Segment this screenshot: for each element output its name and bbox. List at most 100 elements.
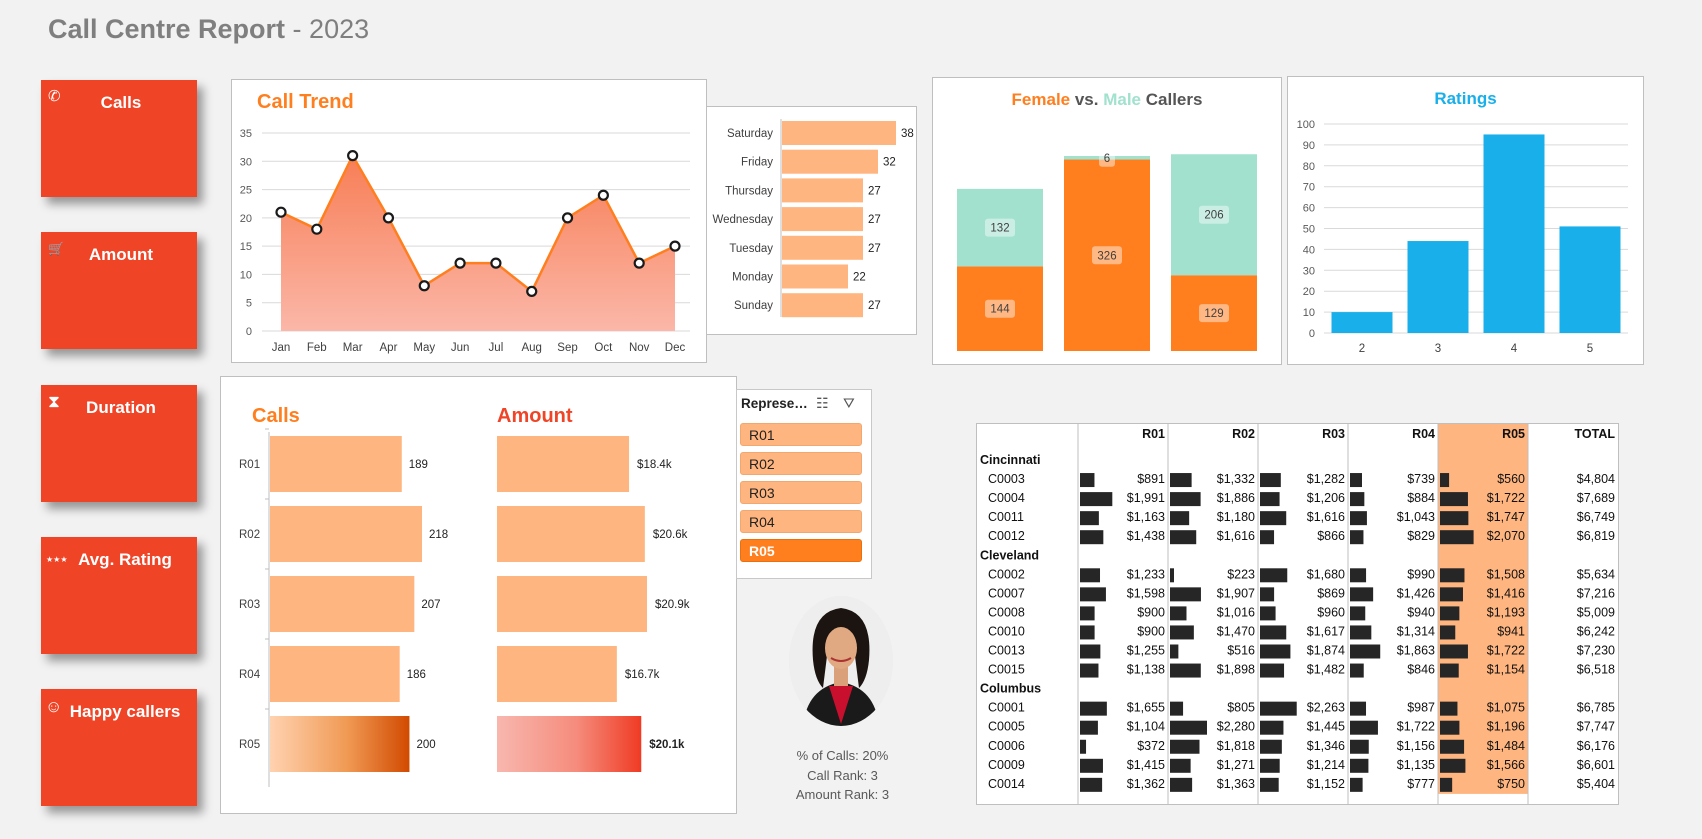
data-bar (1260, 739, 1282, 754)
data-bar (1170, 511, 1190, 526)
trend-point (633, 257, 645, 269)
data-bar (1350, 701, 1367, 716)
weekday-bar (782, 235, 863, 260)
calls-bar (270, 506, 422, 562)
data-bar (1260, 758, 1280, 773)
kpi-card-happy-callers[interactable]: ☺ Happy callers (41, 689, 197, 806)
cell-value: $1,332 (1217, 472, 1255, 486)
row-total: $7,230 (1577, 644, 1615, 658)
x-tick-label: 5 (1587, 343, 1593, 355)
calls-value-label: 200 (416, 739, 435, 751)
cell-value: $1,484 (1487, 739, 1525, 753)
cell-value: $1,655 (1127, 701, 1165, 715)
column-header: R05 (1502, 427, 1525, 441)
trend-point (526, 285, 538, 297)
y-tick-label: 60 (1303, 203, 1315, 215)
row-total: $6,819 (1577, 529, 1615, 543)
cell-value: $900 (1137, 605, 1165, 619)
slicer-item-r01[interactable]: R01 (740, 423, 862, 446)
data-bar (1170, 625, 1194, 640)
cell-value: $560 (1497, 472, 1525, 486)
weekday-label: Tuesday (729, 243, 773, 255)
customer-id-label: C0002 (988, 567, 1025, 581)
female-value-label: 326 (1097, 250, 1116, 262)
rep-chart: R01 189 $18.4k R02 218 $20.6k R03 207 $20.9k R04 1… (239, 428, 690, 787)
customer-id-label: C0005 (988, 720, 1025, 734)
y-tick-label: 0 (1309, 328, 1315, 340)
amount-bar (497, 716, 642, 772)
amount-bar (497, 506, 645, 562)
cell-value: $866 (1317, 529, 1345, 543)
data-bar (1170, 473, 1192, 488)
amount-value-label: $20.1k (649, 739, 685, 751)
data-bar (1080, 587, 1106, 602)
data-bar (1440, 492, 1468, 507)
multi-select-icon[interactable]: ☷ (816, 395, 829, 412)
rep-label: R03 (239, 599, 260, 611)
cell-value: $1,135 (1397, 758, 1435, 772)
cell-value: $1,271 (1217, 758, 1255, 772)
data-bar (1170, 663, 1201, 678)
ratings-chart: 0 10 20 30 40 50 60 70 80 90 100 2 3 4 5 (1297, 119, 1628, 355)
kpi-card-calls[interactable]: ✆ Calls (41, 80, 197, 197)
data-bar (1260, 663, 1285, 678)
trend-point (347, 150, 359, 162)
slicer-item-r02[interactable]: R02 (740, 452, 862, 475)
x-tick-label: Aug (521, 342, 541, 354)
clear-filter-icon[interactable]: ⛛ (843, 395, 855, 412)
cell-value: $1,104 (1127, 720, 1165, 734)
kpi-card-avg-rating[interactable]: ★★★ Avg. Rating (41, 537, 197, 654)
representative-avatar (789, 596, 893, 726)
data-bar (1170, 606, 1187, 621)
column-header: R04 (1412, 427, 1435, 441)
rating-bar (1331, 312, 1393, 333)
data-bar (1260, 777, 1279, 792)
slicer-item-r05[interactable]: R05 (740, 539, 862, 562)
page-title: Call Centre Report - 2023 (48, 14, 369, 45)
kpi-label: Calls (100, 93, 142, 112)
trend-point (382, 212, 395, 224)
cell-value: $1,482 (1307, 663, 1345, 677)
cell-value: $990 (1407, 567, 1435, 581)
customer-id-label: C0013 (988, 644, 1025, 658)
x-tick-label: Jan (272, 342, 291, 354)
cell-value: $1,907 (1217, 586, 1255, 600)
row-total: $5,634 (1577, 567, 1615, 581)
weekday-label: Wednesday (712, 214, 773, 226)
cell-value: $1,016 (1217, 605, 1255, 619)
data-bar (1170, 587, 1201, 602)
cell-value: $884 (1407, 491, 1435, 505)
cell-value: $869 (1317, 586, 1345, 600)
customer-id-label: C0015 (988, 663, 1025, 677)
cell-value: $1,874 (1307, 644, 1345, 658)
data-bar (1440, 530, 1474, 545)
data-bar (1440, 758, 1466, 773)
x-tick-label: Jul (489, 342, 504, 354)
data-bar (1350, 473, 1362, 488)
rating-bar (1407, 241, 1469, 333)
call-trend-chart: 0 5 10 15 20 25 30 35 Jan Feb Mar Apr May Jun Jul Aug Se… (240, 128, 690, 354)
cell-value: $1,154 (1487, 663, 1525, 677)
cell-value: $987 (1407, 701, 1435, 715)
kpi-card-amount[interactable]: 🛒 Amount (41, 232, 197, 349)
data-bar (1170, 777, 1193, 792)
city-group-label: Columbus (980, 682, 1041, 696)
y-tick-label: 35 (240, 128, 252, 140)
amount-value-label: $16.7k (625, 669, 660, 681)
data-bar (1350, 663, 1364, 678)
data-bar (1080, 739, 1087, 754)
data-bar (1440, 777, 1453, 792)
amount-bar (497, 436, 630, 492)
amount-value-label: $20.9k (655, 599, 690, 611)
rep-panel: Calls Amount R01 189 $18.4k R02 218 $20.6k R03… (220, 376, 737, 814)
weekday-label: Thursday (725, 185, 773, 197)
kpi-card-duration[interactable]: ⧗ Duration (41, 385, 197, 502)
cell-value: $1,508 (1487, 567, 1525, 581)
cell-value: $1,233 (1127, 567, 1165, 581)
cell-value: $1,616 (1217, 529, 1255, 543)
slicer-item-r03[interactable]: R03 (740, 481, 862, 504)
male-value-label: 6 (1104, 153, 1110, 165)
slicer-item-r04[interactable]: R04 (740, 510, 862, 533)
data-bar (1350, 492, 1365, 507)
y-tick-label: 40 (1303, 244, 1315, 256)
